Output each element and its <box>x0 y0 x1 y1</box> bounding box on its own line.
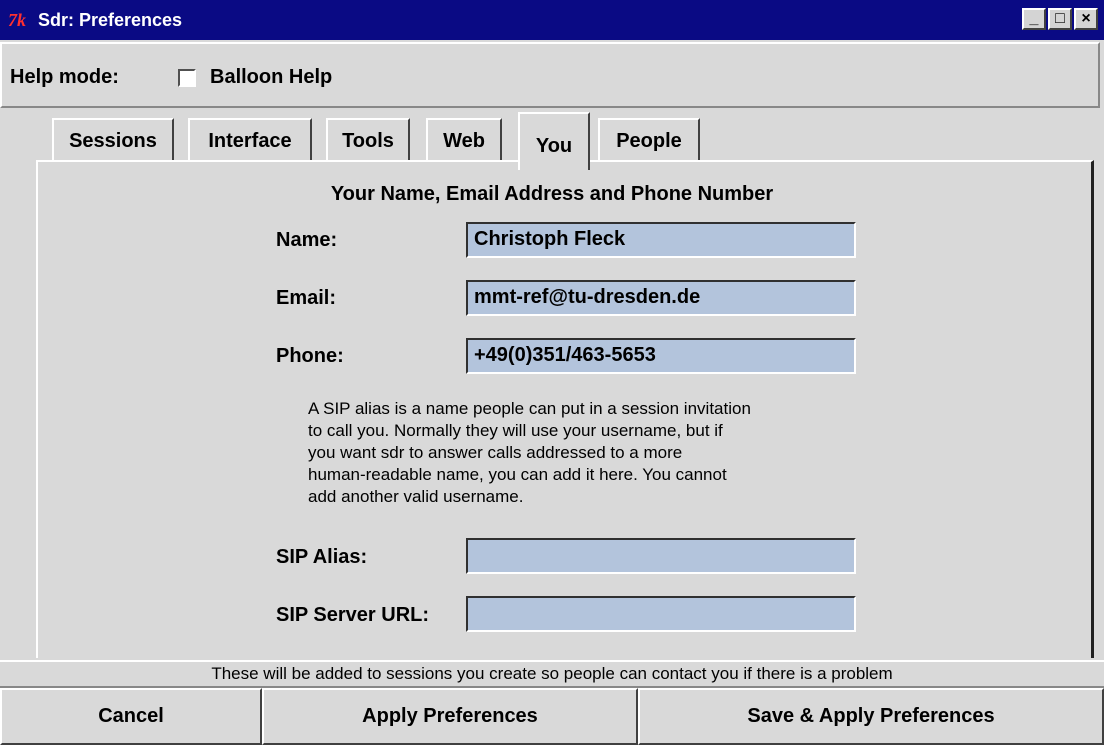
tab-web[interactable]: Web <box>426 118 502 162</box>
title-bar[interactable]: 7k Sdr: Preferences _ □ × <box>0 0 1104 40</box>
panel-title: Your Name, Email Address and Phone Numbe… <box>330 183 774 205</box>
phone-label: Phone: <box>276 345 344 367</box>
sip-server-url-field[interactable] <box>466 596 856 632</box>
window-title: Sdr: Preferences <box>38 10 183 30</box>
sip-server-url-label: SIP Server URL: <box>276 604 430 626</box>
close-icon[interactable]: × <box>1074 8 1098 30</box>
tab-people[interactable]: People <box>598 118 700 162</box>
apply-preferences-button[interactable]: Apply Preferences <box>262 688 638 745</box>
balloon-help-checkbox[interactable] <box>178 69 196 87</box>
tab-interface[interactable]: Interface <box>188 118 312 162</box>
description-line: human-readable name, you can add it here… <box>308 465 727 484</box>
name-field[interactable]: Christoph Fleck <box>466 222 856 258</box>
balloon-help-label[interactable]: Balloon Help <box>210 66 332 89</box>
cancel-button[interactable]: Cancel <box>0 688 262 745</box>
status-message: These will be added to sessions you crea… <box>0 660 1104 688</box>
window-controls: _ □ × <box>1022 8 1098 30</box>
save-apply-preferences-button[interactable]: Save & Apply Preferences <box>638 688 1104 745</box>
help-mode-bar: Help mode: Balloon Help <box>0 42 1100 108</box>
name-label: Name: <box>276 229 338 251</box>
description-line: to call you. Normally they will use your… <box>308 421 723 440</box>
tab-tools[interactable]: Tools <box>326 118 410 162</box>
tab-sessions[interactable]: Sessions <box>52 118 174 162</box>
email-label: Email: <box>276 287 337 309</box>
description-line: A SIP alias is a name people can put in … <box>308 399 751 418</box>
sip-alias-description: A SIP alias is a name people can put in … <box>308 398 848 508</box>
tab-you[interactable]: You <box>518 112 590 170</box>
tk-app-icon: 7k <box>8 10 26 30</box>
sip-alias-label: SIP Alias: <box>276 546 368 568</box>
email-field[interactable]: mmt-ref@tu-dresden.de <box>466 280 856 316</box>
description-line: you want sdr to answer calls addressed t… <box>308 443 683 462</box>
minimize-icon[interactable]: _ <box>1022 8 1046 30</box>
description-line: add another valid username. <box>308 487 524 506</box>
help-mode-label: Help mode: <box>10 66 119 88</box>
preferences-window: 7k Sdr: Preferences _ □ × Help mode: Bal… <box>0 0 1104 745</box>
maximize-icon[interactable]: □ <box>1048 8 1072 30</box>
sip-alias-field[interactable] <box>466 538 856 574</box>
phone-field[interactable]: +49(0)351/463-5653 <box>466 338 856 374</box>
